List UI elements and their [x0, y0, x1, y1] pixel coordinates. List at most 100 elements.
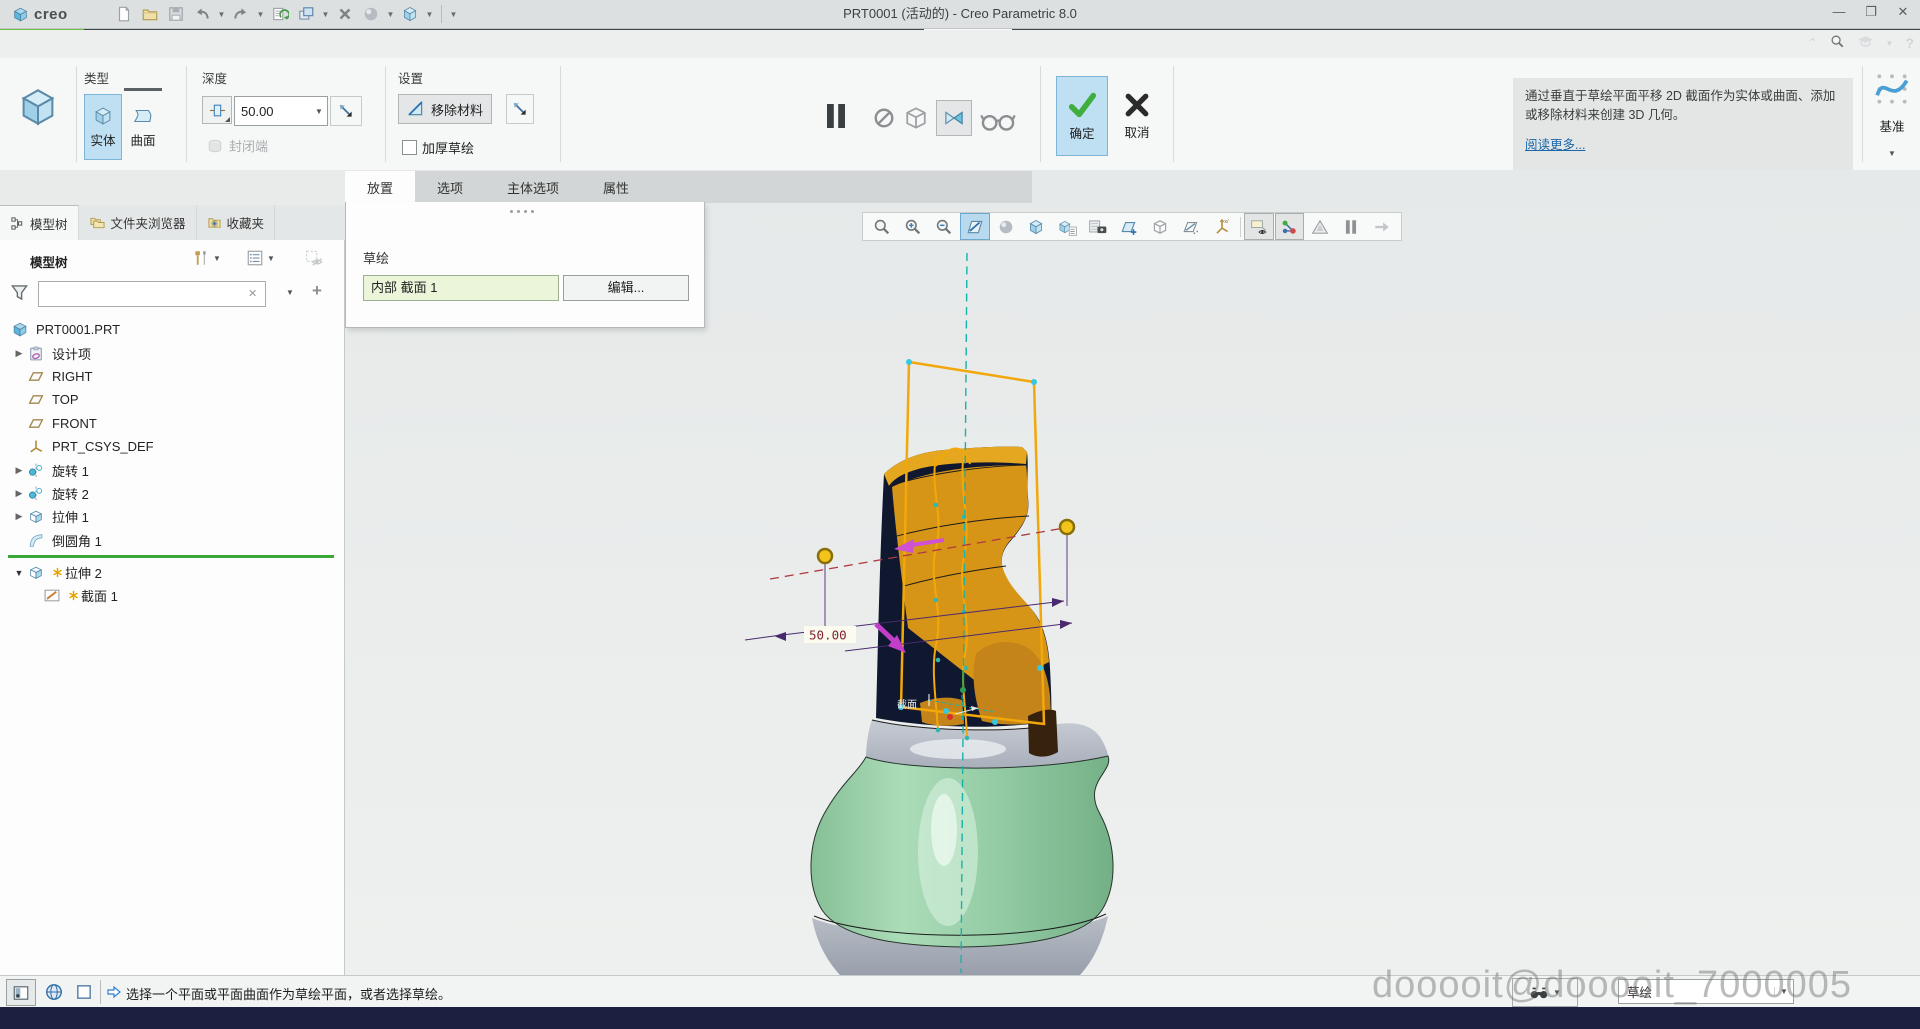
close-window-icon[interactable] — [333, 3, 357, 25]
window-manager-icon[interactable] — [294, 3, 318, 25]
resource-center-icon[interactable] — [1857, 35, 1874, 51]
expand-icon[interactable]: ▶ — [12, 511, 26, 522]
search-dropdown-icon[interactable]: ▼ — [286, 288, 294, 297]
navigator-toggle-icon[interactable] — [6, 979, 36, 1006]
tree-row-revolve-1[interactable]: ▶ 旋转 1 — [0, 458, 340, 481]
expand-icon[interactable]: ▶ — [12, 348, 26, 359]
new-file-icon[interactable] — [112, 3, 136, 25]
tree-row-extrude-2[interactable]: ▼ 拉伸 2 — [0, 561, 340, 584]
redo-icon[interactable] — [229, 3, 253, 25]
flip-depth-direction-button[interactable] — [330, 96, 362, 126]
tree-row-right-plane[interactable]: RIGHT — [0, 365, 340, 388]
fullscreen-toggle-icon[interactable] — [72, 979, 96, 1004]
flip-material-side-button[interactable] — [506, 94, 534, 124]
window-dropdown-icon[interactable]: ▼ — [320, 3, 331, 25]
depth-value[interactable]: 50.00 — [235, 104, 311, 119]
3d-notes-icon[interactable] — [1305, 213, 1335, 240]
redo-dropdown-icon[interactable]: ▼ — [255, 3, 266, 25]
cancel-button[interactable]: 取消 — [1112, 76, 1162, 156]
drag-handle-right[interactable] — [1060, 520, 1074, 534]
depth-option-button[interactable] — [202, 96, 232, 124]
tree-filters-icon[interactable]: ▼ — [192, 249, 221, 267]
expand-icon[interactable]: ▶ — [12, 465, 26, 476]
selection-filter-value[interactable]: 草绘 — [1619, 982, 1774, 1001]
find-dropdown-icon[interactable]: ▼ — [1553, 988, 1561, 997]
pause-icon[interactable] — [820, 98, 852, 137]
remove-material-button[interactable]: 移除材料 — [398, 94, 492, 124]
tab-folder-browser[interactable]: 文件夹浏览器 — [79, 205, 197, 240]
tab-placement[interactable]: 放置 — [345, 171, 415, 203]
capture-icon[interactable] — [1083, 213, 1113, 240]
tree-row-csys[interactable]: PRT_CSYS_DEF — [0, 435, 340, 458]
tree-row-revolve-2[interactable]: ▶ 旋转 2 — [0, 482, 340, 505]
minimize-icon[interactable]: — — [1830, 4, 1848, 20]
tree-search-input[interactable] — [38, 281, 266, 307]
close-icon[interactable]: ✕ — [1894, 4, 1912, 20]
depth-dimension-value[interactable]: 50.00 — [809, 628, 847, 643]
attached-preview-icon[interactable] — [936, 100, 972, 136]
tab-favorites[interactable]: 收藏夹 — [197, 205, 276, 240]
display-style-dropdown-icon[interactable]: ▼ — [424, 3, 435, 25]
add-filter-icon[interactable]: + — [312, 281, 322, 301]
show-hide-icon[interactable] — [304, 249, 326, 267]
depth-value-combo[interactable]: 50.00 ▼ — [234, 96, 328, 126]
view-mode-icon[interactable] — [1145, 213, 1175, 240]
verify-glasses-icon[interactable] — [978, 108, 1018, 137]
display-style-icon[interactable] — [1021, 213, 1051, 240]
appearance-dropdown-icon[interactable]: ▼ — [385, 3, 396, 25]
datum-dropdown-icon[interactable]: ▼ — [1888, 149, 1896, 158]
annotation-display-icon[interactable] — [1244, 213, 1274, 240]
csys-display-icon[interactable] — [1207, 213, 1237, 240]
solid-type-button[interactable]: 实体 — [84, 94, 122, 160]
zoom-out-icon[interactable] — [929, 213, 959, 240]
tree-row-design-items[interactable]: ▶ 设计项 — [0, 341, 340, 364]
last-arrow-icon[interactable] — [1367, 213, 1397, 240]
regenerate-icon[interactable] — [268, 3, 292, 25]
sketch-view-icon[interactable] — [960, 213, 990, 240]
thicken-sketch-checkbox[interactable]: 加厚草绘 — [402, 138, 474, 157]
filter-dropdown-icon[interactable]: ▼ — [1774, 987, 1793, 996]
browser-toggle-icon[interactable] — [42, 979, 66, 1004]
pause-updates-icon[interactable] — [1336, 213, 1366, 240]
surface-type-button[interactable]: 曲面 — [124, 94, 162, 160]
appearance-gallery-icon[interactable] — [359, 3, 383, 25]
open-file-icon[interactable] — [138, 3, 162, 25]
spin-center-icon[interactable] — [1275, 213, 1305, 240]
shading-icon[interactable] — [991, 213, 1021, 240]
undo-icon[interactable] — [190, 3, 214, 25]
edit-sketch-button[interactable]: 编辑... — [563, 275, 689, 301]
tree-row-round-1[interactable]: 倒圆角 1 — [0, 529, 340, 552]
collapse-icon[interactable]: ▼ — [12, 568, 26, 578]
tab-body-options[interactable]: 主体选项 — [485, 171, 581, 203]
tab-properties[interactable]: 属性 — [581, 171, 651, 203]
no-preview-icon[interactable] — [872, 106, 896, 133]
clear-search-icon[interactable]: ✕ — [248, 287, 257, 300]
tree-row-top-plane[interactable]: TOP — [0, 388, 340, 411]
drag-handle-left[interactable] — [818, 549, 832, 563]
depth-dropdown-icon[interactable]: ▼ — [311, 107, 327, 116]
read-more-link[interactable]: 阅读更多... — [1525, 136, 1585, 155]
expand-icon[interactable]: ▶ — [12, 488, 26, 499]
tree-row-part[interactable]: PRT0001.PRT — [0, 318, 340, 341]
restore-icon[interactable]: ❐ — [1862, 4, 1880, 20]
tab-model-tree[interactable]: 模型树 — [0, 205, 79, 240]
resource-dropdown-icon[interactable]: ▼ — [1886, 39, 1894, 48]
plane-add-icon[interactable] — [1114, 213, 1144, 240]
zoom-in-icon[interactable] — [898, 213, 928, 240]
collapse-ribbon-icon[interactable]: ⌃ — [1807, 36, 1817, 50]
undo-dropdown-icon[interactable]: ▼ — [216, 3, 227, 25]
tree-row-section-1[interactable]: 截面 1 — [0, 584, 340, 607]
save-icon[interactable] — [164, 3, 188, 25]
ok-button[interactable]: 确定 — [1056, 76, 1108, 156]
more-commands-icon[interactable]: ▼ — [448, 3, 459, 25]
tree-row-extrude-1[interactable]: ▶ 拉伸 1 — [0, 505, 340, 528]
tab-options[interactable]: 选项 — [415, 171, 485, 203]
refit-icon[interactable] — [867, 213, 897, 240]
search-icon[interactable] — [1830, 34, 1845, 52]
tree-row-front-plane[interactable]: FRONT — [0, 412, 340, 435]
datum-button[interactable]: 基准 ▼ — [1866, 64, 1918, 168]
saved-orientations-icon[interactable] — [1052, 213, 1082, 240]
display-style-icon[interactable] — [398, 3, 422, 25]
sketch-collector-field[interactable]: 内部 截面 1 — [363, 275, 559, 301]
section-icon[interactable] — [1176, 213, 1206, 240]
